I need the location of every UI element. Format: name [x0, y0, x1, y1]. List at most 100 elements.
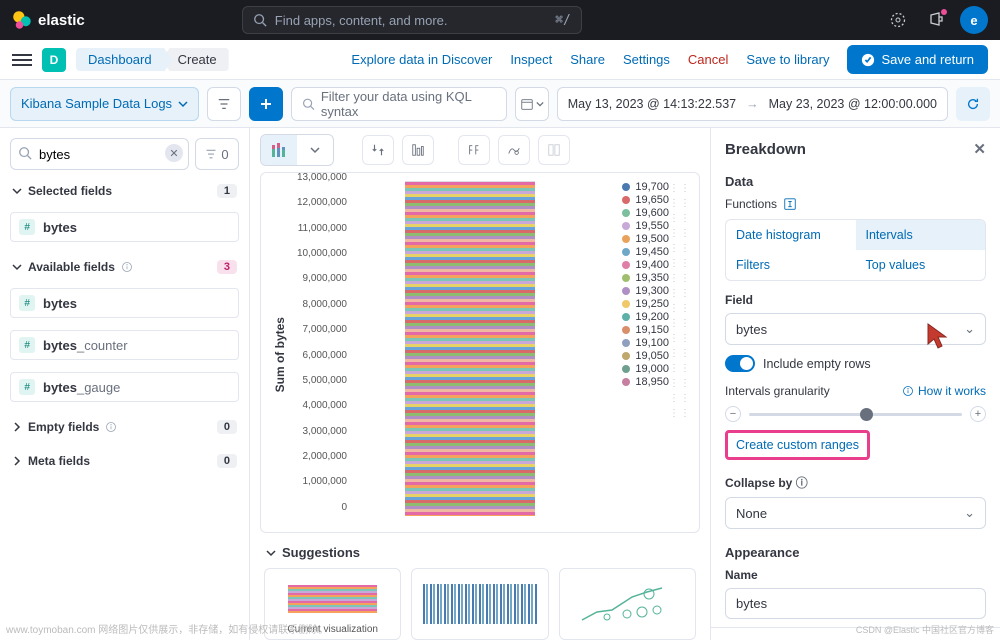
share-link[interactable]: Share	[570, 52, 605, 67]
meta-fields-header[interactable]: Meta fields 0	[10, 448, 239, 474]
avatar-letter: e	[970, 13, 977, 28]
query-toolbar: Kibana Sample Data Logs Filter your data…	[0, 80, 1000, 128]
global-search-placeholder: Find apps, content, and more.	[275, 13, 448, 28]
chevron-right-icon	[12, 456, 22, 466]
available-fields-header[interactable]: Available fields 3	[10, 254, 239, 280]
breadcrumb-dashboard[interactable]: Dashboard	[76, 48, 164, 71]
slider-plus-icon[interactable]: +	[970, 406, 986, 422]
chevron-down-icon: ⌄	[964, 321, 975, 337]
main: ✕ 0 Selected fields 1 #bytes Available f…	[0, 128, 1000, 640]
slider-thumb[interactable]	[860, 408, 873, 421]
functions-label: Functions	[725, 197, 777, 211]
kql-input[interactable]: Filter your data using KQL syntax	[291, 87, 507, 121]
user-avatar[interactable]: e	[960, 6, 988, 34]
app-badge[interactable]: D	[42, 48, 66, 72]
dataview-label: Kibana Sample Data Logs	[21, 96, 172, 111]
watermark: www.toymoban.com 网络图片仅供展示，非存储，如有侵权请联系删除。	[6, 621, 328, 636]
newsfeed-icon[interactable]	[922, 6, 950, 34]
filter-menu-button[interactable]	[207, 87, 241, 121]
suggestion-scatter[interactable]	[559, 568, 696, 640]
toolbar-option-3[interactable]	[458, 135, 490, 165]
save-library-link[interactable]: Save to library	[746, 52, 829, 67]
inspect-link[interactable]: Inspect	[510, 52, 552, 67]
close-panel-icon[interactable]: ✕	[973, 140, 986, 158]
chart-type-picker[interactable]	[260, 134, 334, 166]
available-fields-label: Available fields	[28, 260, 115, 274]
chevron-down-icon: ⌄	[964, 505, 975, 521]
include-empty-toggle[interactable]	[725, 355, 755, 372]
filter-icon	[205, 148, 217, 160]
field-search-input[interactable]	[10, 138, 189, 170]
field-select[interactable]: bytes ⌄	[725, 313, 986, 345]
date-range-picker[interactable]: May 13, 2023 @ 14:13:22.537 → May 23, 20…	[557, 87, 948, 121]
arrow-right-icon: →	[746, 97, 759, 111]
func-intervals[interactable]: Intervals	[856, 220, 986, 250]
selected-fields-label: Selected fields	[28, 184, 112, 198]
field-search-input-wrap: ✕	[10, 138, 189, 170]
field-item[interactable]: #bytes	[10, 212, 239, 242]
chevron-down-icon	[297, 135, 333, 165]
create-custom-ranges-link[interactable]: Create custom ranges	[725, 430, 870, 460]
legend-drag-handles[interactable]: ⋮⋮⋮⋮⋮⋮⋮⋮⋮⋮⋮⋮⋮⋮⋮⋮⋮⋮⋮⋮⋮⋮⋮⋮⋮⋮⋮⋮⋮⋮⋮⋮	[669, 177, 683, 532]
chart-plot-area[interactable]	[351, 177, 589, 532]
func-top-values[interactable]: Top values	[856, 250, 986, 280]
toolbar-option-1[interactable]	[362, 135, 394, 165]
selected-fields-header[interactable]: Selected fields 1	[10, 178, 239, 204]
brand-name: elastic	[38, 12, 85, 29]
brand-logo[interactable]: elastic	[12, 10, 85, 30]
check-circle-icon	[861, 53, 875, 67]
cancel-link[interactable]: Cancel	[688, 52, 728, 67]
name-input[interactable]: bytes	[725, 588, 986, 619]
save-return-label: Save and return	[881, 52, 974, 67]
collapse-by-value: None	[736, 506, 767, 521]
number-type-icon: #	[19, 379, 35, 395]
data-section-title: Data	[725, 174, 986, 189]
global-search[interactable]: Find apps, content, and more. ⌘/	[242, 6, 582, 34]
suggestion-barcode[interactable]	[411, 568, 548, 640]
explore-discover-link[interactable]: Explore data in Discover	[351, 52, 492, 67]
toolbar-option-5	[538, 135, 570, 165]
field-filter-button[interactable]: 0	[195, 138, 239, 170]
meta-fields-label: Meta fields	[28, 454, 90, 468]
name-value: bytes	[736, 596, 767, 611]
notification-dot	[941, 9, 947, 15]
dataview-picker[interactable]: Kibana Sample Data Logs	[10, 87, 199, 121]
func-filters[interactable]: Filters	[726, 250, 856, 280]
slider-minus-icon[interactable]: −	[725, 406, 741, 422]
field-item[interactable]: #bytes_counter	[10, 330, 239, 360]
header-right: e	[884, 6, 988, 34]
calendar-button[interactable]	[515, 87, 549, 121]
info-icon	[105, 421, 117, 433]
chart-container: Sum of bytes 13,000,00012,000,00011,000,…	[260, 172, 700, 533]
formula-icon[interactable]	[783, 197, 797, 211]
func-date-histogram[interactable]: Date histogram	[726, 220, 856, 250]
suggestions-header[interactable]: Suggestions	[250, 541, 710, 564]
meta-fields-count: 0	[217, 454, 237, 468]
field-item[interactable]: #bytes	[10, 288, 239, 318]
stacked-bar	[405, 181, 535, 516]
help-icon[interactable]	[884, 6, 912, 34]
search-icon	[18, 146, 32, 160]
save-return-button[interactable]: Save and return	[847, 45, 988, 74]
toolbar-option-2[interactable]	[402, 135, 434, 165]
refresh-button[interactable]	[956, 87, 990, 121]
settings-link[interactable]: Settings	[623, 52, 670, 67]
chevron-down-icon	[266, 548, 276, 558]
collapse-by-select[interactable]: None ⌄	[725, 497, 986, 529]
clear-search-icon[interactable]: ✕	[165, 144, 183, 162]
add-filter-button[interactable]	[249, 87, 283, 121]
breadcrumb: Dashboard Create	[76, 48, 229, 71]
toolbar-option-4[interactable]	[498, 135, 530, 165]
elastic-logo-icon	[12, 10, 32, 30]
available-fields-count: 3	[217, 260, 237, 274]
number-type-icon: #	[19, 295, 35, 311]
empty-fields-label: Empty fields	[28, 420, 99, 434]
nav-toggle-icon[interactable]	[12, 50, 32, 70]
empty-fields-header[interactable]: Empty fields 0	[10, 414, 239, 440]
field-item[interactable]: #bytes_gauge	[10, 372, 239, 402]
appbar-actions: Explore data in Discover Inspect Share S…	[351, 45, 988, 74]
granularity-slider[interactable]: − +	[725, 406, 986, 422]
how-it-works-link[interactable]: How it works	[902, 384, 986, 398]
date-to: May 23, 2023 @ 12:00:00.000	[769, 97, 937, 111]
chevron-down-icon	[178, 99, 188, 109]
